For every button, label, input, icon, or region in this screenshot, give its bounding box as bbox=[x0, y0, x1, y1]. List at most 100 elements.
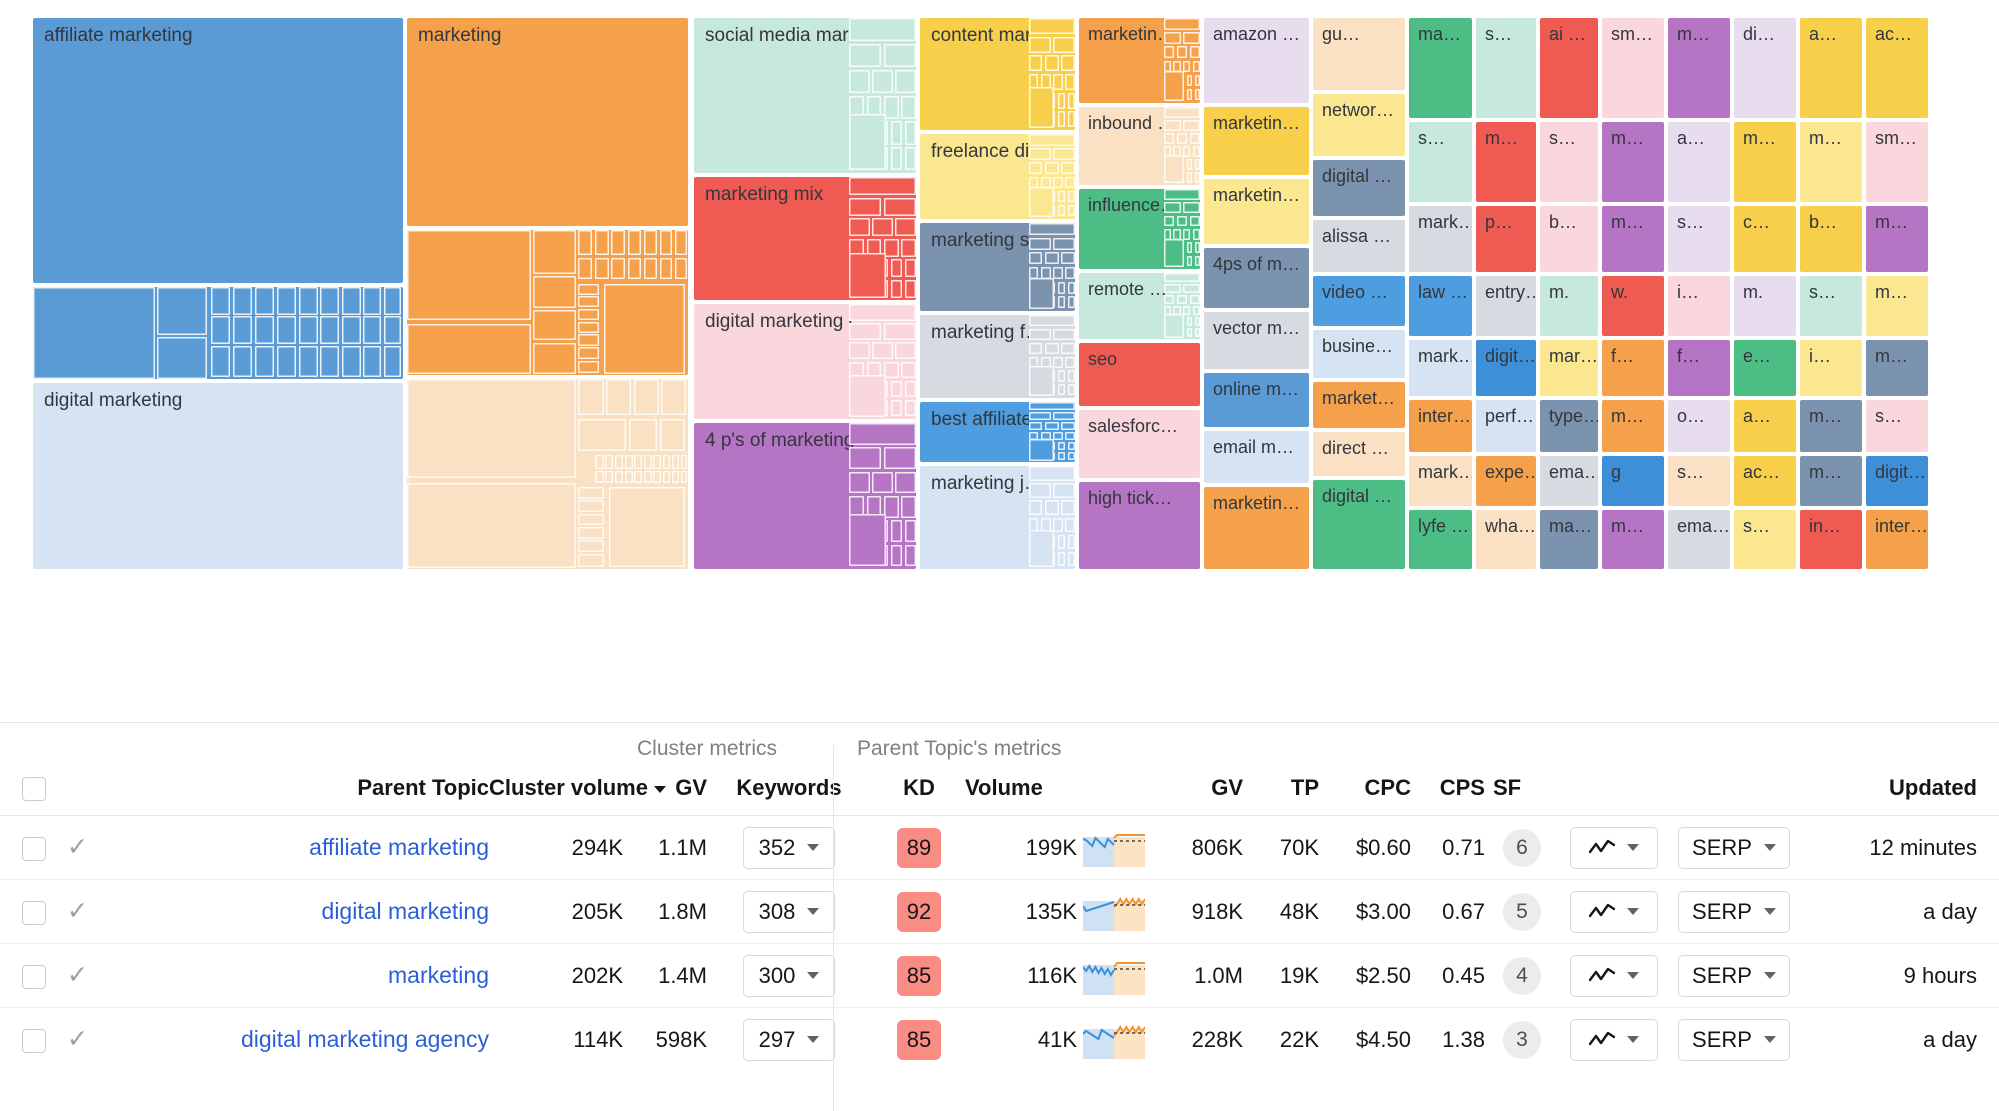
treemap-tile[interactable]: m… bbox=[1602, 510, 1664, 569]
treemap-subtile[interactable] bbox=[595, 257, 609, 280]
treemap-subtile[interactable] bbox=[363, 316, 382, 345]
treemap-subtile[interactable] bbox=[643, 230, 658, 255]
treemap-subtile[interactable] bbox=[849, 69, 870, 93]
select-all-checkbox[interactable] bbox=[22, 777, 46, 802]
keywords-dropdown[interactable]: 297 bbox=[743, 1018, 835, 1061]
serp-dropdown[interactable]: SERP bbox=[1678, 1018, 1790, 1061]
treemap-subtile[interactable] bbox=[890, 279, 903, 298]
treemap-subtile[interactable] bbox=[849, 513, 887, 567]
keywords-dropdown[interactable]: 352 bbox=[743, 826, 835, 869]
treemap-tile[interactable]: ema… bbox=[1668, 510, 1730, 569]
treemap-subtile[interactable] bbox=[895, 471, 916, 494]
treemap-subtile[interactable] bbox=[276, 345, 297, 378]
treemap-tile[interactable]: m… bbox=[1866, 276, 1928, 336]
treemap-subtile[interactable] bbox=[662, 471, 671, 484]
treemap-subtile[interactable] bbox=[674, 257, 687, 280]
treemap-tile[interactable]: m… bbox=[1734, 122, 1796, 202]
treemap-tile[interactable]: digital marketing bbox=[33, 383, 403, 569]
treemap-tile[interactable]: marketing bbox=[407, 18, 688, 226]
treemap-subtile[interactable] bbox=[1176, 295, 1188, 304]
treemap-subtile[interactable] bbox=[1183, 284, 1200, 293]
treemap-tile[interactable]: high tick… bbox=[1079, 482, 1200, 569]
treemap-subtile[interactable] bbox=[643, 257, 658, 280]
treemap-tile[interactable]: f… bbox=[1668, 340, 1730, 396]
treemap-subtile[interactable] bbox=[849, 447, 882, 470]
parent-topic-header[interactable]: Parent Topic bbox=[88, 769, 489, 817]
treemap-subtile[interactable] bbox=[1183, 229, 1191, 240]
treemap-subtile[interactable] bbox=[1183, 306, 1191, 315]
treemap-subtile[interactable] bbox=[671, 455, 680, 470]
treemap-subtile[interactable] bbox=[1194, 255, 1200, 267]
treemap-tile[interactable]: s… bbox=[1409, 122, 1472, 202]
treemap-tile[interactable]: m… bbox=[1800, 400, 1862, 452]
treemap-subtile[interactable] bbox=[849, 304, 916, 321]
treemap-subtile[interactable] bbox=[1044, 342, 1059, 354]
treemap-tile[interactable]: email m… bbox=[1204, 431, 1309, 483]
treemap-tile[interactable]: m… bbox=[1866, 206, 1928, 272]
trend-cell[interactable] bbox=[1559, 1008, 1669, 1072]
treemap-subtile[interactable] bbox=[1028, 55, 1043, 72]
treemap-subtile[interactable] bbox=[1183, 146, 1191, 157]
treemap-subtile[interactable] bbox=[1189, 46, 1200, 58]
treemap-subtile[interactable] bbox=[1065, 432, 1075, 440]
treemap-subtile[interactable] bbox=[1061, 342, 1075, 354]
treemap-subtile[interactable] bbox=[674, 230, 687, 255]
treemap-subtile[interactable] bbox=[624, 471, 633, 484]
treemap-tile[interactable]: digit… bbox=[1476, 340, 1536, 396]
treemap-tile[interactable]: marketing f… bbox=[920, 315, 1075, 398]
treemap-tile[interactable]: networ… bbox=[1313, 94, 1405, 156]
treemap-subtile[interactable] bbox=[1194, 317, 1200, 326]
treemap-subtile[interactable] bbox=[1186, 317, 1193, 326]
serp-cell[interactable]: SERP bbox=[1669, 815, 1799, 881]
treemap-subtile[interactable] bbox=[1186, 159, 1193, 170]
treemap-subtile[interactable] bbox=[1028, 466, 1075, 481]
treemap-subtile[interactable] bbox=[1067, 442, 1075, 450]
keywords-cell[interactable]: 308 bbox=[721, 879, 857, 945]
treemap-subtile[interactable] bbox=[849, 218, 870, 236]
treemap-subtile[interactable] bbox=[883, 496, 899, 518]
treemap-subtile[interactable] bbox=[895, 69, 916, 93]
row-checkbox[interactable] bbox=[22, 900, 46, 925]
treemap-tile[interactable]: perf… bbox=[1476, 400, 1536, 452]
treemap-subtile[interactable] bbox=[1044, 252, 1059, 265]
trend-dropdown[interactable] bbox=[1570, 890, 1658, 933]
treemap-subtile[interactable] bbox=[1061, 162, 1075, 174]
treemap-subtile[interactable] bbox=[1067, 296, 1075, 309]
treemap-subtile[interactable] bbox=[662, 455, 671, 470]
treemap-subtile[interactable] bbox=[1057, 111, 1066, 128]
treemap-subtile[interactable] bbox=[578, 540, 604, 553]
treemap-subtile[interactable] bbox=[883, 323, 916, 340]
treemap-subtile[interactable] bbox=[1189, 133, 1200, 144]
treemap-subtile[interactable] bbox=[363, 345, 382, 378]
treemap-subtile[interactable] bbox=[210, 316, 231, 345]
treemap-subtile[interactable] bbox=[883, 197, 916, 216]
treemap-subtile[interactable] bbox=[232, 316, 253, 345]
treemap-subtile[interactable] bbox=[849, 177, 916, 195]
treemap-tile[interactable]: content mar… bbox=[920, 18, 1075, 130]
treemap-subtile[interactable] bbox=[1065, 74, 1075, 91]
treemap-tile[interactable]: expe… bbox=[1476, 456, 1536, 506]
treemap-subtile[interactable] bbox=[533, 230, 576, 274]
treemap-subtile[interactable] bbox=[341, 287, 361, 315]
treemap-subtile[interactable] bbox=[643, 455, 652, 470]
treemap-tile[interactable]: ema… bbox=[1540, 456, 1598, 506]
treemap-subtile[interactable] bbox=[1067, 452, 1075, 460]
treemap-subtile[interactable] bbox=[872, 69, 893, 93]
treemap-subtile[interactable] bbox=[1163, 46, 1175, 58]
treemap-subtile[interactable] bbox=[1061, 252, 1075, 265]
treemap-tile[interactable]: best affiliate… bbox=[920, 402, 1075, 462]
treemap-subtile[interactable] bbox=[1163, 107, 1200, 118]
treemap-subtile[interactable] bbox=[578, 283, 600, 295]
treemap-subtile[interactable] bbox=[1186, 172, 1193, 183]
treemap-tile[interactable]: ma… bbox=[1540, 510, 1598, 569]
treemap-subtile[interactable] bbox=[849, 471, 870, 494]
treemap-tile[interactable]: mark… bbox=[1409, 206, 1472, 272]
sf-header[interactable]: SF bbox=[1485, 769, 1559, 817]
treemap-subtile[interactable] bbox=[1194, 88, 1200, 101]
treemap-subtile[interactable] bbox=[320, 287, 340, 315]
treemap-subtile[interactable] bbox=[653, 455, 662, 470]
treemap-subtile[interactable] bbox=[659, 418, 686, 452]
treemap-tile[interactable]: f… bbox=[1602, 340, 1664, 396]
treemap-subtile[interactable] bbox=[883, 447, 916, 470]
treemap-subtile[interactable] bbox=[363, 287, 382, 315]
